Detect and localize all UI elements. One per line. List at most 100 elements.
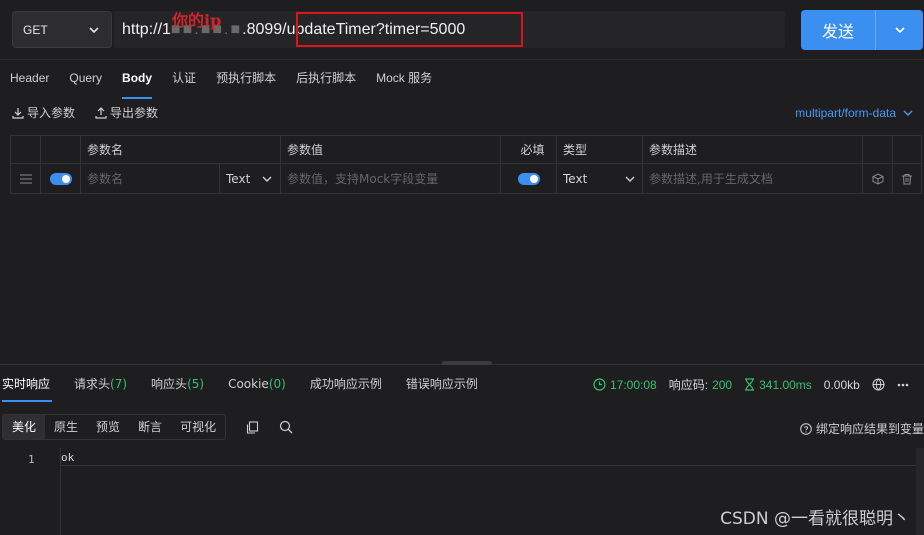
required-toggle[interactable]	[517, 172, 540, 185]
view-pretty[interactable]: 美化	[3, 415, 46, 439]
tab-label: 响应头	[151, 377, 188, 391]
col-header-required: 必填	[501, 136, 557, 163]
hourglass-icon	[745, 378, 755, 391]
type-cell: Text	[557, 164, 643, 193]
tab-query[interactable]: Query	[59, 66, 112, 96]
import-label: 导入参数	[27, 106, 76, 120]
drag-handle-icon	[19, 174, 32, 183]
send-label: 发送	[821, 22, 854, 41]
param-value-input[interactable]: 参数值，支持Mock字段变量	[287, 170, 438, 187]
enable-toggle-cell	[41, 164, 81, 193]
import-params-button[interactable]: 导入参数	[12, 104, 75, 121]
view-mode-toolbar: 美化 原生 预览 断言 可视化	[2, 414, 293, 440]
copy-button[interactable]	[246, 420, 259, 434]
more-icon	[897, 383, 909, 386]
tab-mock[interactable]: Mock 服务	[366, 66, 442, 96]
tab-label: 错误响应示例	[405, 377, 478, 391]
tab-label: 成功响应示例	[309, 377, 382, 391]
view-visualize[interactable]: 可视化	[171, 415, 225, 439]
param-desc-input[interactable]: 参数描述,用于生成文档	[649, 170, 773, 187]
response-body[interactable]: ok	[61, 450, 916, 466]
action-column-header	[893, 136, 921, 163]
col-header-value: 参数值	[281, 136, 501, 163]
required-cell	[501, 164, 557, 193]
tab-post-script[interactable]: 后执行脚本	[286, 66, 366, 96]
trash-icon	[902, 173, 912, 184]
url-input[interactable]: http://1■■.■■.■.8099/updateTimer?timer=5…	[114, 11, 785, 48]
param-name-cell: 参数名 Text	[81, 164, 281, 193]
url-highlight-box	[296, 12, 523, 47]
drag-handle[interactable]	[11, 164, 41, 193]
chevron-down-icon	[89, 26, 99, 33]
view-mode-group: 美化 原生 预览 断言 可视化	[2, 414, 227, 440]
col-header-name: 参数名	[81, 136, 281, 163]
response-tabs: 实时响应 请求头(7) 响应头(5) Cookie(0) 成功响应示例 错误响应…	[0, 372, 490, 402]
export-icon	[95, 106, 107, 119]
tab-count: 7	[114, 377, 123, 391]
chevron-down-icon	[903, 110, 913, 116]
tab-realtime-response[interactable]: 实时响应	[0, 372, 62, 402]
url-annotation: 你的ip	[172, 11, 222, 30]
help-icon	[800, 422, 812, 435]
type-select[interactable]: Text	[563, 172, 636, 186]
col-header-type: 类型	[557, 136, 643, 163]
tab-request-headers[interactable]: 请求头(7)	[62, 372, 139, 396]
response-duration: 341.00ms	[744, 378, 812, 392]
body-toolbar: 导入参数 导出参数	[12, 104, 158, 121]
tab-body[interactable]: Body	[112, 66, 162, 99]
more-button[interactable]	[897, 383, 909, 387]
tab-header[interactable]: Header	[0, 66, 59, 96]
view-preview[interactable]: 预览	[87, 415, 129, 439]
send-dropdown[interactable]	[876, 23, 923, 37]
param-name-type-select[interactable]: Text	[219, 164, 279, 193]
splitter-handle[interactable]	[442, 361, 492, 365]
search-button[interactable]	[279, 420, 293, 434]
tab-response-headers[interactable]: 响应头(5)	[139, 372, 216, 396]
param-desc-cell: 参数描述,用于生成文档	[643, 164, 863, 193]
export-params-button[interactable]: 导出参数	[95, 104, 158, 121]
view-assert[interactable]: 断言	[129, 415, 171, 439]
delete-button[interactable]	[893, 164, 921, 193]
tab-count: 5	[191, 377, 200, 391]
content-type-select[interactable]: multipart/form-data	[795, 106, 914, 120]
response-time-value: 17:00:08	[610, 377, 657, 392]
tab-success-example[interactable]: 成功响应示例	[298, 372, 394, 396]
tab-label: 实时响应	[2, 377, 51, 391]
enable-column-header	[41, 136, 81, 163]
request-tabs: Header Query Body 认证 预执行脚本 后执行脚本 Mock 服务	[0, 66, 442, 99]
watermark: CSDN @一看就很聪明丶	[720, 509, 910, 529]
response-status: 17:00:08 响应码: 200 341.00ms 0.00kb	[593, 376, 909, 393]
method-select[interactable]: GET	[12, 11, 112, 48]
chevron-down-icon	[625, 176, 635, 182]
tab-error-example[interactable]: 错误响应示例	[394, 372, 490, 396]
request-bar: GET http://1■■.■■.■.8099/updateTimer?tim…	[0, 0, 924, 60]
tab-pre-script[interactable]: 预执行脚本	[206, 66, 286, 96]
duration-value: 341.00ms	[759, 377, 812, 392]
type-label: Text	[563, 171, 588, 186]
search-icon	[279, 420, 293, 434]
col-header-desc: 参数描述	[643, 136, 863, 163]
send-button[interactable]: 发送	[801, 10, 923, 50]
view-raw[interactable]: 原生	[45, 415, 87, 439]
status-code-value: 200	[712, 377, 733, 392]
bind-to-variable-button[interactable]: 绑定响应结果到变量	[800, 420, 924, 437]
tab-cookie[interactable]: Cookie(0)	[216, 372, 298, 396]
copy-icon	[247, 420, 259, 434]
import-icon	[12, 107, 24, 119]
tab-auth[interactable]: 认证	[162, 66, 206, 96]
size-value: 0.00kb	[823, 377, 860, 392]
action-column-header	[863, 136, 893, 163]
globe-icon	[872, 378, 885, 391]
tab-count: 0	[273, 377, 282, 391]
status-code: 响应码: 200	[669, 376, 732, 393]
params-header-row: 参数名 参数值 必填 类型 参数描述	[11, 136, 921, 164]
param-name-input[interactable]: 参数名	[81, 170, 219, 187]
globe-button[interactable]	[872, 378, 885, 391]
chevron-down-icon	[262, 176, 272, 182]
response-time: 17:00:08	[593, 378, 657, 392]
cube-button[interactable]	[863, 164, 893, 193]
bind-label: 绑定响应结果到变量	[816, 422, 924, 436]
clock-icon	[593, 378, 606, 391]
scrollbar[interactable]	[916, 448, 924, 535]
enable-toggle[interactable]	[49, 172, 72, 185]
